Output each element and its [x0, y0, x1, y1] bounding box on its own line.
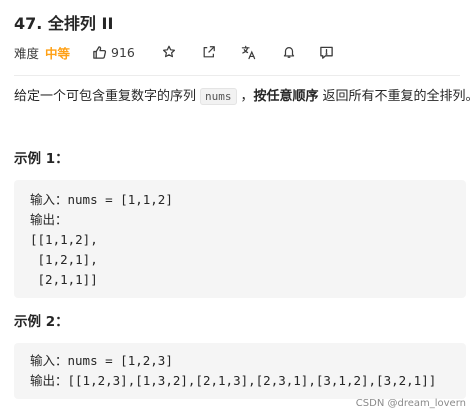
like-count: 916 — [111, 44, 135, 60]
example-1-code-block: 输入：nums = [1,1,2] 输出： [[1,1,2], [1,2,1], [… — [14, 180, 466, 298]
share-icon — [203, 46, 215, 58]
like-button[interactable]: 916 — [92, 45, 135, 60]
watermark: CSDN @dream_lovern — [355, 398, 466, 409]
example-1-line: 输入：nums = [1,1,2] — [30, 192, 173, 207]
translate-icon — [242, 45, 256, 59]
star-icon — [162, 45, 175, 58]
header-divider — [14, 75, 460, 76]
description-text-end: 返回所有不重复的全排列。 — [322, 89, 474, 104]
thumbs-up-icon — [93, 45, 107, 59]
example-2-title: 示例 2： — [14, 314, 69, 330]
bell-icon — [283, 47, 295, 58]
difficulty-badge: 中等 — [45, 45, 71, 61]
inline-code: nums — [200, 88, 237, 105]
difficulty-label: 难度 — [14, 45, 40, 61]
example-1-line: [2,1,1]] — [30, 272, 98, 287]
example-1-line: [1,2,1], — [30, 252, 98, 267]
example-2-code-block: 输入：nums = [1,2,3] 输出：[[1,2,3],[1,3,2],[2,… — [14, 343, 466, 399]
example-1-title: 示例 1： — [14, 151, 69, 167]
favorite-button[interactable] — [161, 44, 177, 60]
example-2-line: 输出：[[1,2,3],[1,3,2],[2,1,3],[2,3,1],[3,1… — [30, 373, 437, 388]
subscribe-button[interactable] — [281, 44, 297, 60]
feedback-button[interactable] — [319, 44, 335, 60]
translate-button[interactable] — [241, 44, 257, 60]
example-2-line: 输入：nums = [1,2,3] — [30, 353, 173, 368]
example-1-line: [[1,1,2], — [30, 232, 98, 247]
description-text: 给定一个可包含重复数字的序列 — [14, 89, 197, 104]
problem-description: 给定一个可包含重复数字的序列 nums ，按任意顺序 返回所有不重复的全排列。 — [14, 87, 474, 107]
share-button[interactable] — [201, 44, 217, 60]
description-punctuation: ， — [240, 89, 254, 104]
feedback-icon — [320, 46, 334, 59]
example-1-line: 输出： — [30, 212, 68, 227]
description-emphasis: 按任意顺序 — [253, 89, 319, 104]
problem-title: 47. 全排列 II — [14, 14, 114, 33]
problem-meta-bar: 难度 中等 916 — [14, 42, 335, 62]
